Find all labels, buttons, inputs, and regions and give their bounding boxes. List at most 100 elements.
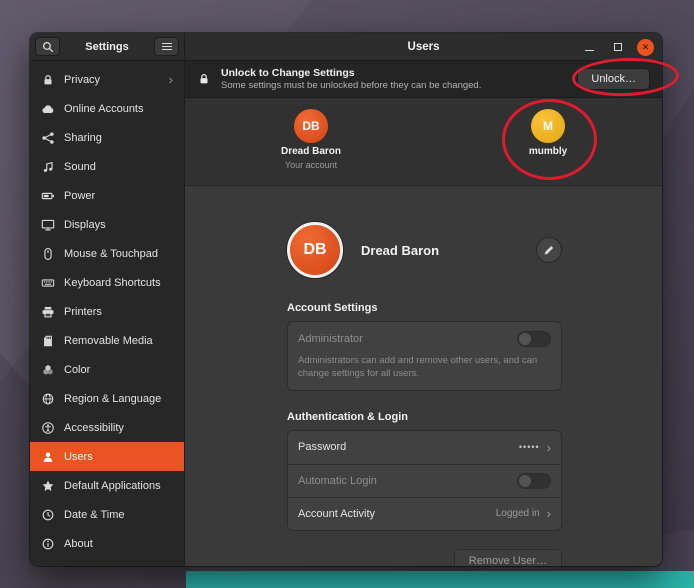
auth-login-card: Password ••••• › Automatic Login xyxy=(287,430,562,531)
sidebar: Settings Privacy › Online Accounts S xyxy=(30,33,185,566)
chevron-right-icon: › xyxy=(547,441,551,454)
sidebar-item-label: Keyboard Shortcuts xyxy=(64,277,161,289)
automatic-login-toggle[interactable] xyxy=(517,473,551,489)
star-icon xyxy=(41,479,55,493)
carousel-user-name: mumbly xyxy=(529,146,567,157)
administrator-label: Administrator xyxy=(298,333,363,345)
remove-user-button[interactable]: Remove User… xyxy=(454,549,562,566)
carousel-user-dread-baron[interactable]: DB Dread Baron Your account xyxy=(275,109,347,170)
accessibility-icon xyxy=(41,421,55,435)
sidebar-item-date-time[interactable]: Date & Time xyxy=(30,500,184,529)
sd-card-icon xyxy=(41,334,55,348)
search-button[interactable] xyxy=(35,37,60,56)
sidebar-item-mouse-touchpad[interactable]: Mouse & Touchpad xyxy=(30,239,184,268)
sidebar-item-label: Users xyxy=(64,451,93,463)
page-title: Users xyxy=(408,41,440,53)
battery-icon xyxy=(41,189,55,203)
maximize-icon xyxy=(614,43,622,51)
minimize-icon xyxy=(585,50,594,52)
hamburger-icon xyxy=(162,43,172,51)
sidebar-item-label: Online Accounts xyxy=(64,103,144,115)
sidebar-item-online-accounts[interactable]: Online Accounts xyxy=(30,94,184,123)
auth-login-heading: Authentication & Login xyxy=(287,411,562,423)
toggle-knob xyxy=(519,333,531,345)
sidebar-headerbar: Settings xyxy=(30,33,184,61)
lock-icon xyxy=(197,72,211,86)
unlock-banner-subtitle: Some settings must be unlocked before th… xyxy=(221,80,481,91)
user-details: DB Dread Baron Account Settings Administ… xyxy=(185,186,662,566)
sidebar-item-label: Color xyxy=(64,364,90,376)
minimize-button[interactable] xyxy=(581,39,598,56)
chevron-right-icon: › xyxy=(547,507,551,520)
carousel-user-subtitle: Your account xyxy=(285,160,337,170)
password-value: ••••• xyxy=(519,442,540,452)
profile-name: Dread Baron xyxy=(361,243,439,258)
sidebar-item-displays[interactable]: Displays xyxy=(30,210,184,239)
sidebar-item-label: Sound xyxy=(64,161,96,173)
sidebar-item-label: Accessibility xyxy=(64,422,124,434)
sidebar-list: Privacy › Online Accounts Sharing Sound xyxy=(30,61,184,566)
color-profile-icon xyxy=(41,363,55,377)
profile-avatar[interactable]: DB xyxy=(287,222,343,278)
sidebar-item-label: Mouse & Touchpad xyxy=(64,248,158,260)
lock-icon xyxy=(41,73,55,87)
sidebar-item-label: Power xyxy=(64,190,95,202)
password-row[interactable]: Password ••••• › xyxy=(288,431,561,464)
sidebar-item-about[interactable]: About xyxy=(30,529,184,558)
unlock-banner: Unlock to Change Settings Some settings … xyxy=(185,61,662,98)
info-icon xyxy=(41,537,55,551)
account-settings-heading: Account Settings xyxy=(287,302,562,314)
chevron-right-icon: › xyxy=(169,73,173,86)
sidebar-item-region-language[interactable]: Region & Language xyxy=(30,384,184,413)
clock-icon xyxy=(41,508,55,522)
sidebar-item-users[interactable]: Users xyxy=(30,442,184,471)
sidebar-item-label: Removable Media xyxy=(64,335,153,347)
automatic-login-row[interactable]: Automatic Login xyxy=(288,464,561,497)
avatar-dread-baron: DB xyxy=(294,109,328,143)
remove-user-row: Remove User… xyxy=(287,549,562,566)
search-icon xyxy=(41,40,55,54)
user-icon xyxy=(41,450,55,464)
sidebar-item-power[interactable]: Power xyxy=(30,181,184,210)
edit-name-button[interactable] xyxy=(536,237,562,263)
sidebar-item-label: Region & Language xyxy=(64,393,161,405)
keyboard-icon xyxy=(41,276,55,290)
wallpaper-teal-strip xyxy=(186,571,694,588)
desktop: Settings Privacy › Online Accounts S xyxy=(0,0,694,588)
carousel-user-mumbly[interactable]: M mumbly xyxy=(512,109,584,157)
account-activity-row[interactable]: Account Activity Logged in › xyxy=(288,497,561,530)
administrator-toggle[interactable] xyxy=(517,331,551,347)
sidebar-item-privacy[interactable]: Privacy › xyxy=(30,65,184,94)
share-icon xyxy=(41,131,55,145)
sidebar-item-keyboard-shortcuts[interactable]: Keyboard Shortcuts xyxy=(30,268,184,297)
close-button[interactable]: ✕ xyxy=(637,39,654,56)
sidebar-item-sharing[interactable]: Sharing xyxy=(30,123,184,152)
profile-row: DB Dread Baron xyxy=(287,218,562,282)
unlock-button[interactable]: Unlock… xyxy=(577,68,650,90)
content-headerbar: Users ✕ xyxy=(185,33,662,61)
account-activity-value: Logged in xyxy=(496,508,540,519)
unlock-banner-title: Unlock to Change Settings xyxy=(221,67,481,79)
automatic-login-label: Automatic Login xyxy=(298,475,377,487)
sidebar-item-printers[interactable]: Printers xyxy=(30,297,184,326)
sidebar-item-label: Privacy xyxy=(64,74,100,86)
sidebar-item-default-applications[interactable]: Default Applications xyxy=(30,471,184,500)
avatar-mumbly: M xyxy=(531,109,565,143)
sidebar-item-label: Date & Time xyxy=(64,509,125,521)
sidebar-item-removable-media[interactable]: Removable Media xyxy=(30,326,184,355)
carousel-user-name: Dread Baron xyxy=(281,146,341,157)
sidebar-item-label: Displays xyxy=(64,219,106,231)
sidebar-item-accessibility[interactable]: Accessibility xyxy=(30,413,184,442)
sidebar-item-color[interactable]: Color xyxy=(30,355,184,384)
account-settings-card: Administrator Administrators can add and… xyxy=(287,321,562,391)
globe-icon xyxy=(41,392,55,406)
maximize-button[interactable] xyxy=(609,39,626,56)
app-title: Settings xyxy=(64,41,150,53)
sidebar-item-sound[interactable]: Sound xyxy=(30,152,184,181)
unlock-banner-text: Unlock to Change Settings Some settings … xyxy=(221,67,481,91)
administrator-row[interactable]: Administrator xyxy=(288,322,561,355)
cloud-icon xyxy=(41,102,55,116)
menu-button[interactable] xyxy=(154,37,179,56)
printer-icon xyxy=(41,305,55,319)
password-label: Password xyxy=(298,441,346,453)
